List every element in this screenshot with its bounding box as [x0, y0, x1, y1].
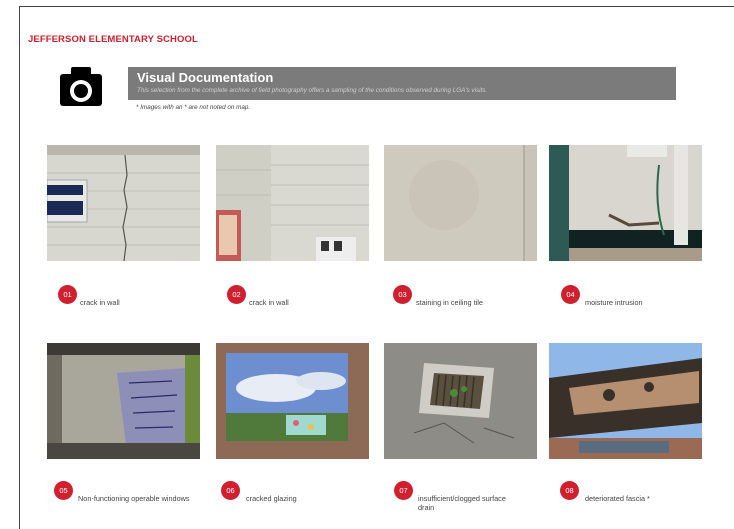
photo-caption: Non-functioning operable windows: [78, 494, 190, 503]
photo-number-badge: 06: [221, 481, 240, 500]
photo-windows: [47, 343, 200, 459]
photo-caption: crack in wall: [249, 298, 289, 307]
photo-ceiling-tile: [384, 145, 537, 261]
photo-caption: crack in wall: [80, 298, 120, 307]
school-name: JEFFERSON ELEMENTARY SCHOOL: [28, 34, 198, 45]
photo-caption: staining in ceiling tile: [416, 298, 483, 307]
map-note: * Images with an * are not noted on map.: [136, 104, 251, 111]
photo-caption: deteriorated fascia *: [585, 494, 650, 503]
photo-number-badge: 01: [58, 285, 77, 304]
photo-number-badge: 08: [560, 481, 579, 500]
photo-caption: insufficient/clogged surface drain: [418, 494, 506, 512]
section-title: Visual Documentation: [137, 70, 274, 85]
camera-icon: [60, 67, 102, 106]
photo-caption: moisture intrusion: [585, 298, 643, 307]
photo-number-badge: 05: [54, 481, 73, 500]
photo-number-badge: 02: [227, 285, 246, 304]
section-header: Visual Documentation This selection from…: [128, 67, 676, 100]
photo-number-badge: 07: [394, 481, 413, 500]
photo-surface-drain: [384, 343, 537, 459]
section-subtitle: This selection from the complete archive…: [137, 87, 488, 94]
photo-moisture-intrusion: [549, 145, 702, 261]
photo-crack-wall-2: [216, 145, 369, 261]
photo-crack-wall-1: [47, 145, 200, 261]
photo-number-badge: 04: [561, 285, 580, 304]
photo-glazing: [216, 343, 369, 459]
photo-number-badge: 03: [393, 285, 412, 304]
photo-caption: cracked glazing: [246, 494, 297, 503]
photo-fascia: [549, 343, 702, 459]
